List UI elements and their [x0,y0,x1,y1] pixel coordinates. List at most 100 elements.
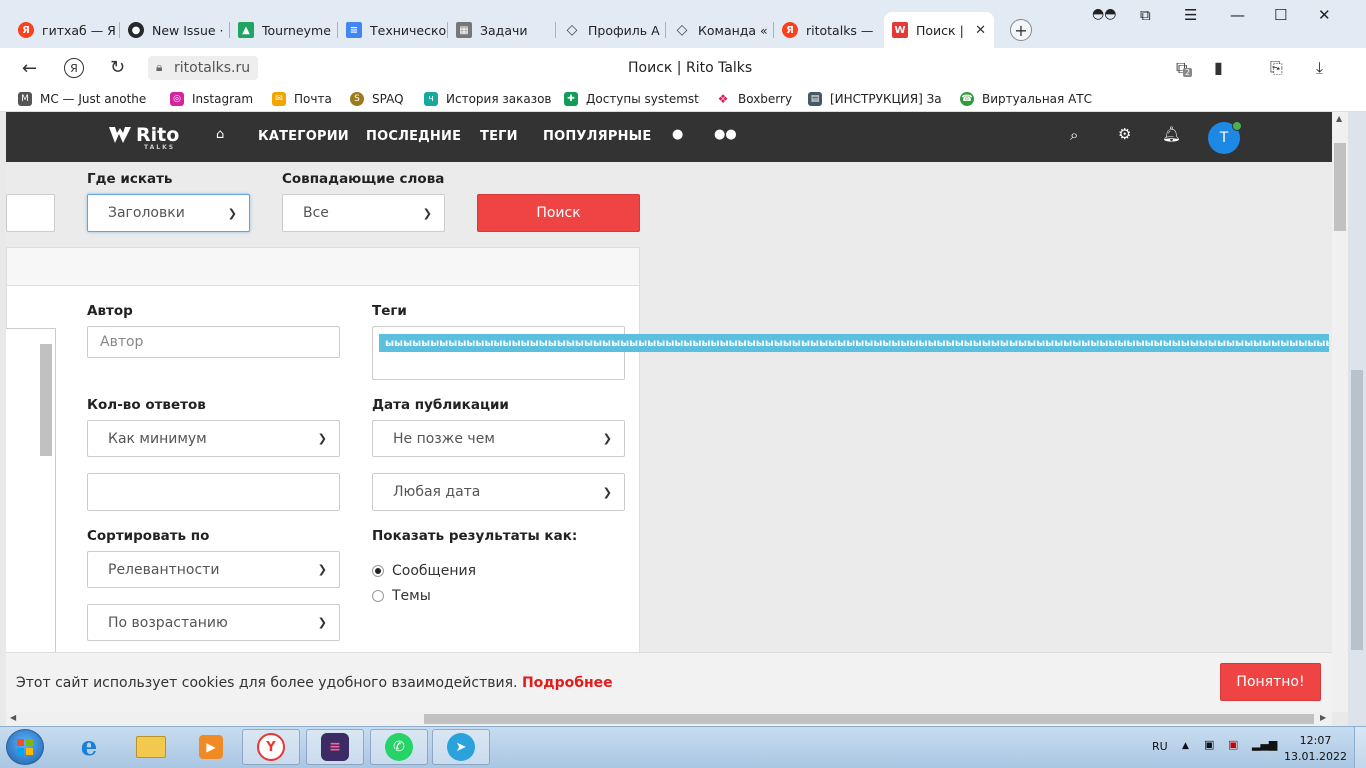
tray-app-icon[interactable]: ▣ [1204,738,1214,751]
bookmark-label: Доступы systemstu [586,92,700,106]
users-icon[interactable]: ● [672,127,683,142]
yandex-icon: Я [18,22,34,38]
order-select[interactable]: По возрастанию ❯ [87,604,340,641]
taskbar-explorer[interactable] [122,729,180,765]
date-mode-select[interactable]: Не позже чем ❯ [372,420,625,457]
bookmark-item[interactable]: ч История заказов [424,92,552,106]
scroll-left-arrow-icon[interactable]: ◀ [10,713,16,722]
radio-posts[interactable]: Сообщения [372,563,476,579]
menu-icon[interactable]: ☰ [1184,6,1197,24]
category-list-scrollbar[interactable] [40,344,52,456]
date-select[interactable]: Любая дата ❯ [372,473,625,511]
browser-tab[interactable]: Я гитхаб — Я [10,12,120,48]
windows-logo-icon [17,739,33,755]
network-error-icon[interactable]: ▣ [1228,738,1238,751]
taskbar-whatsapp[interactable]: ✆ [370,729,428,765]
site-logo[interactable]: Rito TALKS [108,124,180,151]
browser-side-scroll-thumb[interactable] [1351,370,1363,650]
cookie-accept-button[interactable]: Понятно! [1220,663,1321,701]
radio-button-checked[interactable] [372,565,384,577]
back-icon[interactable]: ← [22,58,37,79]
replies-count-input[interactable] [87,473,340,511]
radio-label: Сообщения [392,563,477,579]
diamond-icon: ◇ [566,22,578,38]
bookmark-item[interactable]: S SPAQ [350,92,404,106]
bookmark-item[interactable]: ✚ Доступы systemstu [564,92,700,106]
where-select-value: Заголовки [108,205,185,221]
clock-date: 13.01.2022 [1284,750,1347,763]
bookmarks-panel-icon[interactable]: ⧉ [1140,6,1151,24]
show-desktop-button[interactable] [1354,727,1366,768]
close-tab-icon[interactable]: ✕ [975,23,986,38]
search-query-input[interactable] [6,194,55,232]
nav-popular[interactable]: ПОПУЛЯРНЫЕ [543,129,651,144]
incognito-glasses-icon[interactable]: ◓◓ [1092,6,1116,22]
address-bar[interactable]: 🔒︎ ritotalks.ru [148,56,259,80]
tray-expand-icon[interactable]: ▲ [1182,741,1189,751]
radio-button[interactable] [372,590,384,602]
close-window-icon[interactable]: ✕ [1318,6,1331,24]
app-icon: ≡ [321,733,349,761]
bookmark-item[interactable]: ✉ Почта [272,92,332,106]
match-select[interactable]: Все ❯ [282,194,445,232]
date-select-value: Любая дата [393,484,481,500]
signal-icon[interactable]: ▂▄▆ [1252,738,1277,751]
browser-tab[interactable]: ▦ Задачи [448,12,556,48]
page-vertical-scroll-thumb[interactable] [1334,143,1346,231]
avatar[interactable]: T [1208,121,1242,154]
yandex-home-icon[interactable]: Я [64,58,84,78]
nav-tags[interactable]: ТЕГИ [480,129,518,144]
browser-tab[interactable]: ● New Issue · [120,12,230,48]
chevron-down-icon: ❯ [317,616,327,629]
bookmark-item[interactable]: ▤ [ИНСТРУКЦИЯ] За [808,92,944,106]
collections-icon[interactable]: ⎘ [1270,58,1283,78]
radio-topics[interactable]: Темы [372,588,431,604]
download-icon[interactable]: ⤓ [1316,58,1323,78]
where-select[interactable]: Заголовки ❯ [87,194,250,232]
nav-recent[interactable]: ПОСЛЕДНИЕ [366,129,461,144]
scroll-right-arrow-icon[interactable]: ▶ [1320,713,1326,722]
author-input[interactable]: Автор [87,326,340,358]
bookmark-icon[interactable]: ▮ [1214,58,1223,77]
page-horizontal-scroll-thumb[interactable] [424,714,1314,724]
home-icon[interactable]: ⌂ [216,127,224,142]
mc-icon: M [18,92,32,106]
taskbar-app[interactable]: ≡ [306,729,364,765]
browser-tab[interactable]: ▲ Tourneyme [230,12,338,48]
groups-icon[interactable]: ●● [714,127,737,142]
browser-tab[interactable]: ≡ Техническо [338,12,448,48]
taskbar-media-player[interactable]: ▶ [182,729,240,765]
bookmark-item[interactable]: ◎ Instagram [170,92,253,106]
reload-icon[interactable]: ↻ [110,57,125,78]
browser-tab[interactable]: ◇ Профиль А [556,12,666,48]
nav-categories[interactable]: КАТЕГОРИИ [258,129,349,144]
new-tab-button[interactable]: + [1010,19,1032,41]
browser-tab-active[interactable]: W Поиск | ✕ [884,12,994,48]
browser-tab[interactable]: ◇ Команда « [666,12,774,48]
bookmark-item[interactable]: ❖ Boxberry [716,92,792,106]
search-button[interactable]: Поиск [477,194,640,232]
cookie-more-link[interactable]: Подробнее [522,675,613,691]
scroll-up-arrow-icon[interactable]: ▲ [1336,114,1342,123]
taskbar-clock[interactable]: 12:07 13.01.2022 [1284,733,1347,765]
bookmark-item[interactable]: M MC — Just anothe [18,92,154,106]
sheets-icon: ✚ [564,92,578,106]
browser-tab[interactable]: Я ritotalks — [774,12,882,48]
bookmark-item[interactable]: ☎ Виртуальная АТС М [960,92,1096,106]
taskbar-telegram[interactable]: ➤ [432,729,490,765]
sort-select[interactable]: Релевантности ❯ [87,551,340,588]
taskbar-ie[interactable]: e [60,729,118,765]
keyboard-language[interactable]: RU [1152,740,1168,753]
date-mode-select-value: Не позже чем [393,430,495,447]
tag-chip[interactable]: ыыыыыыыыыыыыыыыыыыыыыыыыыыыыыыыыыыыыыыыы… [379,334,1329,352]
logo-text: Rito [136,124,180,146]
bell-icon[interactable]: 🔔︎ [1162,125,1181,143]
start-button[interactable] [6,729,44,765]
gear-icon[interactable]: ⚙ [1118,125,1131,143]
replies-select[interactable]: Как минимум ❯ [87,420,340,457]
replies-label: Кол-во ответов [87,397,206,413]
search-icon[interactable]: ⌕ [1070,126,1078,144]
maximize-icon[interactable]: ☐ [1274,6,1287,24]
minimize-icon[interactable]: — [1230,6,1245,24]
taskbar-yandex-browser[interactable]: Y [242,729,300,765]
